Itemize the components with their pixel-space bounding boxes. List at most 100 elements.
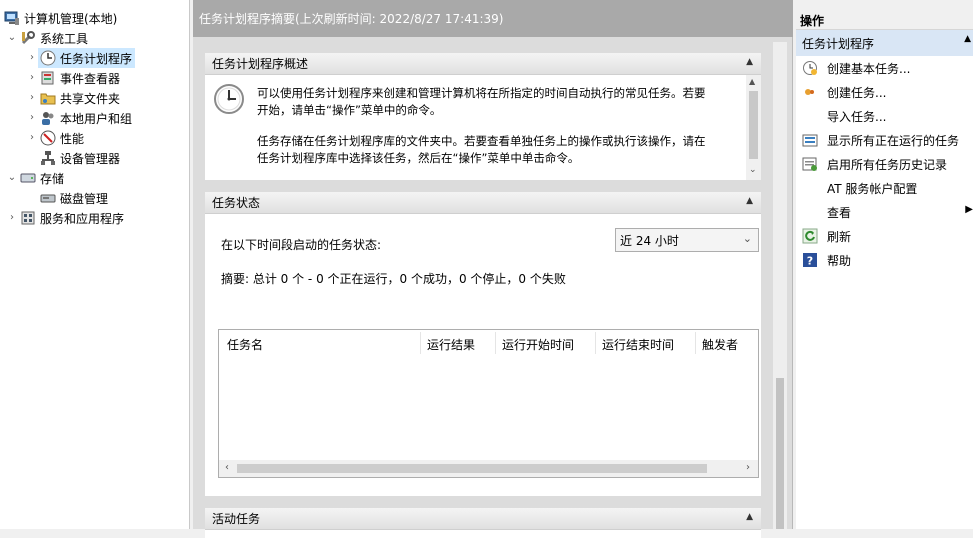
system-tools-icon — [20, 30, 36, 46]
device-manager-icon — [40, 150, 56, 166]
summary-scroll-thumb[interactable] — [776, 378, 784, 529]
action-enable-history[interactable]: 启用所有任务历史记录 — [796, 152, 973, 176]
tree-label: 系统工具 — [40, 31, 89, 46]
tree-item-system-tools[interactable]: ⌄ 系统工具 — [6, 28, 88, 48]
horizontal-scroll-thumb[interactable] — [237, 464, 707, 473]
status-summary: 摘要: 总计 0 个 - 0 个正在运行，0 个成功，0 个停止，0 个失败 — [221, 272, 566, 286]
users-icon — [40, 110, 56, 126]
tree-item-disk-management[interactable]: 磁盘管理 — [38, 188, 108, 208]
tree-label: 设备管理器 — [60, 151, 121, 166]
tree-item-performance[interactable]: › 性能 — [26, 128, 84, 148]
tree-item-event-viewer[interactable]: › 事件查看器 — [26, 68, 120, 88]
action-label: 导入任务... — [827, 109, 887, 124]
action-refresh[interactable]: 刷新 — [796, 224, 973, 248]
scroll-thumb[interactable] — [749, 91, 758, 159]
create-task-icon — [802, 84, 818, 100]
action-view[interactable]: 查看 ▶ — [796, 200, 973, 224]
scroll-up-icon[interactable]: ▲ — [749, 77, 755, 86]
chevron-down-icon[interactable]: ⌄ — [743, 232, 752, 245]
blank-icon — [802, 108, 818, 124]
overview-text: 可以使用任务计划程序来创建和管理计算机将在所指定的时间自动执行的常见任务。若要 … — [257, 85, 735, 167]
action-label: 刷新 — [827, 229, 852, 244]
svg-text:?: ? — [807, 255, 813, 268]
column-header-task-name[interactable]: 任务名 — [227, 336, 263, 353]
column-divider[interactable] — [420, 332, 421, 354]
tree-item-storage[interactable]: ⌄ 存储 — [6, 168, 64, 188]
column-divider[interactable] — [495, 332, 496, 354]
table-horizontal-scrollbar[interactable]: ‹ › — [219, 460, 758, 477]
chevron-right-icon[interactable]: › — [26, 132, 38, 144]
collapse-up-icon[interactable]: ▲ — [964, 34, 971, 44]
overview-para2-line2: 任务计划程序库中选择该任务，然后在“操作”菜单中单击命令。 — [257, 151, 580, 165]
task-status-title-bar[interactable]: 任务状态 ▲ — [205, 192, 761, 214]
actions-title: 操作 — [796, 8, 973, 30]
summary-header: 任务计划程序摘要(上次刷新时间: 2022/8/27 17:41:39) — [193, 0, 793, 37]
action-create-task[interactable]: 创建任务... — [796, 80, 973, 104]
action-label: 帮助 — [827, 253, 852, 268]
column-header-run-start[interactable]: 运行开始时间 — [502, 336, 574, 353]
submenu-arrow-icon[interactable]: ▶ — [965, 204, 973, 215]
basic-task-icon — [802, 60, 818, 76]
active-tasks-title-bar[interactable]: 活动任务 ▲ — [205, 508, 761, 530]
task-status-section: 任务状态 ▲ 在以下时间段启动的任务状态: 近 24 小时 ⌄ 摘要: 总计 0… — [205, 192, 761, 496]
scheduler-clock-icon — [213, 83, 245, 118]
tree-item-device-manager[interactable]: 设备管理器 — [38, 148, 120, 168]
overview-para1-line1: 可以使用任务计划程序来创建和管理计算机将在所指定的时间自动执行的常见任务。若要 — [257, 86, 706, 100]
chevron-right-icon[interactable]: › — [26, 72, 38, 84]
scroll-right-icon[interactable]: › — [746, 462, 750, 473]
time-range-value: 近 24 小时 — [620, 233, 679, 248]
collapse-up-icon[interactable]: ▲ — [746, 196, 753, 206]
tree-item-computer-management[interactable]: 计算机管理(本地) — [2, 8, 117, 28]
summary-pane: 任务计划程序摘要(上次刷新时间: 2022/8/27 17:41:39) 任务计… — [193, 0, 793, 538]
scroll-down-icon[interactable]: ⌄ — [749, 165, 757, 175]
overview-para2-line1: 任务存储在任务计划程序库的文件夹中。若要查看单独任务上的操作或执行该操作，请在 — [257, 134, 706, 148]
overview-title: 任务计划程序概述 — [212, 57, 309, 71]
tree-label: 本地用户和组 — [60, 111, 133, 126]
tree-label: 共享文件夹 — [60, 91, 121, 106]
collapse-up-icon[interactable]: ▲ — [746, 512, 753, 522]
chevron-right-icon[interactable]: › — [26, 52, 38, 64]
overview-scrollbar[interactable]: ▲ ⌄ — [746, 75, 761, 180]
summary-scrollbar[interactable] — [773, 42, 787, 529]
tree-label: 事件查看器 — [60, 71, 121, 86]
tree-item-local-users[interactable]: › 本地用户和组 — [26, 108, 132, 128]
tree-item-task-scheduler[interactable]: › 任务计划程序 — [26, 48, 136, 68]
action-import-task[interactable]: 导入任务... — [796, 104, 973, 128]
scroll-left-icon[interactable]: ‹ — [225, 462, 229, 473]
column-divider[interactable] — [695, 332, 696, 354]
active-tasks-title: 活动任务 — [212, 512, 261, 526]
services-icon — [20, 210, 36, 226]
tree-label: 性能 — [60, 131, 85, 146]
disk-icon — [40, 190, 56, 206]
chevron-right-icon[interactable]: › — [26, 112, 38, 124]
event-viewer-icon — [40, 70, 56, 86]
chevron-down-icon[interactable]: ⌄ — [6, 32, 18, 44]
column-header-run-end[interactable]: 运行结束时间 — [602, 336, 674, 353]
action-help[interactable]: ? 帮助 — [796, 248, 973, 272]
performance-icon — [40, 130, 56, 146]
computer-management-icon — [4, 10, 20, 26]
tree-label: 磁盘管理 — [60, 191, 109, 206]
tree-label: 任务计划程序 — [60, 51, 133, 66]
navigation-tree: 计算机管理(本地) ⌄ 系统工具 › 任务计划程序 › 事件查看器 › 共享文件… — [0, 0, 190, 529]
tree-item-shared-folders[interactable]: › 共享文件夹 — [26, 88, 120, 108]
refresh-icon — [802, 228, 818, 244]
chevron-right-icon[interactable]: › — [6, 212, 18, 224]
actions-group-header[interactable]: 任务计划程序 ▲ — [796, 30, 973, 56]
overview-section: 任务计划程序概述 ▲ 可以使用任务计划程序来创建和管理计算机将在所指定的时间自动… — [205, 53, 761, 180]
column-divider[interactable] — [595, 332, 596, 354]
overview-title-bar[interactable]: 任务计划程序概述 ▲ — [205, 53, 761, 75]
column-header-run-result[interactable]: 运行结果 — [427, 336, 475, 353]
action-label: 创建任务... — [827, 85, 887, 100]
action-create-basic-task[interactable]: 创建基本任务... — [796, 56, 973, 80]
chevron-down-icon[interactable]: ⌄ — [6, 172, 18, 184]
action-at-service-config[interactable]: AT 服务帐户配置 — [796, 176, 973, 200]
time-range-select[interactable]: 近 24 小时 ⌄ — [615, 228, 759, 252]
action-display-running-tasks[interactable]: 显示所有正在运行的任务 — [796, 128, 973, 152]
tree-item-services-apps[interactable]: › 服务和应用程序 — [6, 208, 124, 228]
chevron-right-icon[interactable]: › — [26, 92, 38, 104]
collapse-up-icon[interactable]: ▲ — [746, 57, 753, 67]
action-label: 创建基本任务... — [827, 61, 911, 76]
history-icon — [802, 156, 818, 172]
column-header-triggered-by[interactable]: 触发者 — [702, 336, 738, 353]
